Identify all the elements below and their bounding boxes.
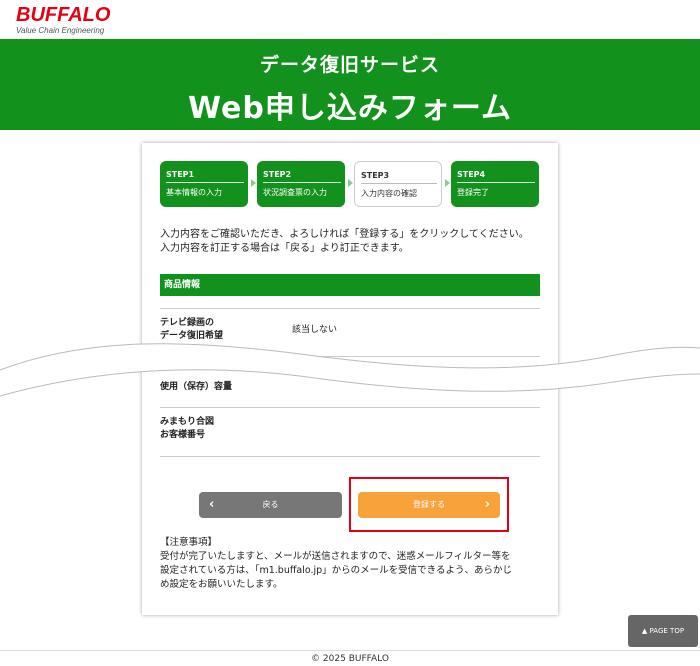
step-4-number: STEP4 [457,170,535,183]
step-2: STEP2 状況調査票の入力 [257,161,345,207]
back-button-label: 戻る [262,500,279,509]
step-arrow-icon [251,179,256,187]
table-row: みまもり合図 お客様番号 [160,407,540,456]
row-label: みまもり合図 お客様番号 [160,416,214,442]
table-row: 使用（保存）容量 [160,356,540,407]
submit-button-label: 登録する [413,500,445,509]
row-label-line: データ復旧希望 [160,331,224,341]
logo-tagline: Value Chain Engineering [16,26,105,35]
intro-line-1: 入力内容をご確認いただき、よろしければ「登録する」をクリックしてください。 [160,229,529,240]
chevron-left-icon: ‹ [209,497,215,512]
chevron-right-icon: › [484,497,490,512]
page-top-button[interactable]: ▲ PAGE TOP [628,615,698,647]
step-2-number: STEP2 [263,170,341,183]
row-label: 使用（保存）容量 [160,381,232,394]
table-row: テレビ録画の データ復旧希望 該当しない [160,308,540,356]
intro-text: 入力内容をご確認いただき、よろしければ「登録する」をクリックしてください。 入力… [160,228,545,256]
step-1: STEP1 基本情報の入力 [160,161,248,207]
banner-subtitle: データ復旧サービス [259,54,440,76]
notes: 【注意事項】 受付が完了いたしますと、メールが送信されますので、迷惑メールフィル… [160,536,548,592]
form-card: STEP1 基本情報の入力 STEP2 状況調査票の入力 STEP3 入力内容の… [142,143,558,615]
page-title: Web申し込みフォーム [188,91,512,126]
notes-line: 設定されている方は、「m1.buffalo.jp」からのメールを受信できるよう、… [160,565,512,576]
submit-button[interactable]: 登録する › [358,492,500,518]
row-label-line: お客様番号 [160,430,206,440]
page: BUFFALO Value Chain Engineering データ復旧サービ… [0,0,700,666]
row-label: テレビ録画の データ復旧希望 [160,317,223,343]
footer: © 2025 BUFFALO [0,650,700,666]
buffalo-logo[interactable]: BUFFALO Value Chain Engineering [16,4,110,35]
row-label-line: みまもり合図 [160,417,215,427]
notes-line: 受付が完了いたしますと、メールが送信されますので、迷惑メールフィルター等を [160,551,511,562]
intro-line-2: 入力内容を訂正する場合は「戻る」より訂正できます。 [160,243,409,254]
step-arrow-icon [348,179,353,187]
page-banner: データ復旧サービス Web申し込みフォーム [0,39,700,130]
section-heading: 商品情報 [160,274,540,296]
row-label-line: 使用（保存）容量 [160,382,233,392]
step-4-label: 登録完了 [457,188,489,197]
product-info-table: テレビ録画の データ復旧希望 該当しない 使用（保存）容量 みまもり合図 お客様… [160,308,540,457]
step-indicator: STEP1 基本情報の入力 STEP2 状況調査票の入力 STEP3 入力内容の… [160,161,540,209]
logo-text: BUFFALO [16,4,111,26]
notes-line: め設定をお願いいたします。 [160,579,283,590]
row-value: 該当しない [292,325,338,335]
step-3: STEP3 入力内容の確認 [354,161,442,207]
table-divider [160,456,540,457]
step-arrow-icon [445,179,450,187]
step-3-label: 入力内容の確認 [361,189,417,198]
step-1-number: STEP1 [166,170,244,183]
copyright: © 2025 BUFFALO [311,654,389,664]
back-button[interactable]: ‹ 戻る [199,492,342,518]
step-4: STEP4 登録完了 [451,161,539,207]
step-1-label: 基本情報の入力 [166,188,222,197]
step-3-number: STEP3 [361,171,437,184]
notes-heading: 【注意事項】 [160,537,218,548]
step-2-label: 状況調査票の入力 [263,188,327,197]
row-label-line: テレビ録画の [160,318,215,328]
